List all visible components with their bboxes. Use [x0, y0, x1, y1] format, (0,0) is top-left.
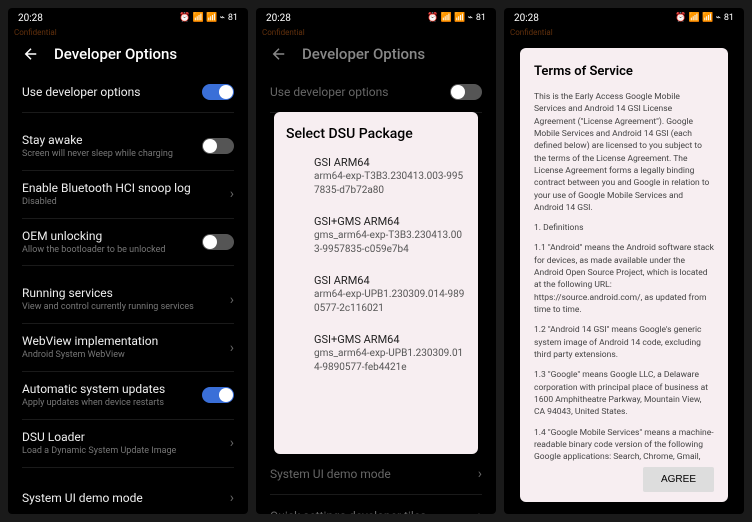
toggle-stay-awake[interactable]: [202, 138, 234, 154]
row-oem-unlock[interactable]: OEM unlockingAllow the bootloader to be …: [22, 219, 234, 267]
dialog-title: Select DSU Package: [286, 126, 466, 142]
row-use-developer[interactable]: Use developer options: [22, 71, 234, 113]
toggle-use-developer: [450, 84, 482, 100]
row-auto-update[interactable]: Automatic system updatesApply updates wh…: [22, 372, 234, 420]
status-time: 20:28: [18, 13, 43, 24]
toggle-use-developer[interactable]: [202, 84, 234, 100]
dsu-package-option[interactable]: GSI+GMS ARM64 gms_arm64-exp-UPB1.230309.…: [286, 333, 466, 374]
row-webview[interactable]: WebView implementationAndroid System Web…: [22, 324, 234, 372]
dialog-title: Terms of Service: [534, 64, 714, 79]
chevron-right-icon: ›: [230, 490, 234, 506]
phone-3: 20:28 ⏰ 📶 📶 ⌁81 Confidential Terms of Se…: [504, 8, 744, 514]
chevron-right-icon: ›: [230, 186, 234, 202]
page-title: Developer Options: [54, 45, 177, 63]
dsu-package-option[interactable]: GSI ARM64 arm64-exp-T3B3.230413.003-9957…: [286, 156, 466, 197]
agree-button[interactable]: AGREE: [643, 467, 714, 492]
page-title: Developer Options: [302, 45, 425, 63]
watermark: Confidential: [504, 28, 744, 37]
row-running-services[interactable]: Running servicesView and control current…: [22, 276, 234, 324]
back-icon[interactable]: [22, 45, 40, 63]
watermark: Confidential: [256, 28, 496, 37]
toggle-auto-update[interactable]: [202, 387, 234, 403]
dsu-package-option[interactable]: GSI+GMS ARM64 gms_arm64-exp-T3B3.230413.…: [286, 215, 466, 256]
chevron-right-icon: ›: [478, 466, 482, 482]
status-icons: ⏰ 📶 📶 ⌁81: [675, 13, 734, 23]
row-use-developer: Use developer options: [270, 71, 482, 113]
back-icon: [270, 45, 288, 63]
phone-1: 20:28 ⏰ 📶 📶 ⌁81 Confidential Developer O…: [8, 8, 248, 514]
page-header: Developer Options: [8, 37, 248, 71]
row-ui-demo: System UI demo mode ›: [270, 453, 482, 495]
chevron-right-icon: ›: [230, 292, 234, 308]
dsu-package-option[interactable]: GSI ARM64 arm64-exp-UPB1.230309.014-9890…: [286, 274, 466, 315]
status-icons: ⏰ 📶 📶 ⌁81: [427, 13, 486, 23]
terms-body[interactable]: This is the Early Access Google Mobile S…: [534, 91, 714, 461]
row-quick-tiles: Quick settings developer tiles ›: [270, 495, 482, 514]
row-hci-snoop[interactable]: Enable Bluetooth HCI snoop logDisabled ›: [22, 171, 234, 219]
row-dsu-loader[interactable]: DSU LoaderLoad a Dynamic System Update I…: [22, 420, 234, 468]
statusbar: 20:28 ⏰ 📶 📶 ⌁81: [8, 8, 248, 28]
phone-2: 20:28 ⏰ 📶 📶 ⌁81 Confidential Developer O…: [256, 8, 496, 514]
row-ui-demo[interactable]: System UI demo mode ›: [22, 478, 234, 514]
chevron-right-icon: ›: [230, 435, 234, 451]
toggle-oem[interactable]: [202, 234, 234, 250]
statusbar: 20:28 ⏰ 📶 📶 ⌁81: [256, 8, 496, 28]
terms-dialog[interactable]: Terms of Service This is the Early Acces…: [520, 48, 728, 502]
watermark: Confidential: [8, 28, 248, 37]
status-time: 20:28: [266, 13, 291, 24]
settings-list[interactable]: Use developer options Stay awakeScreen w…: [8, 71, 248, 514]
chevron-right-icon: ›: [478, 508, 482, 515]
dsu-package-dialog[interactable]: Select DSU Package GSI ARM64 arm64-exp-T…: [274, 112, 478, 454]
page-header: Developer Options: [256, 37, 496, 71]
statusbar: 20:28 ⏰ 📶 📶 ⌁81: [504, 8, 744, 28]
row-stay-awake[interactable]: Stay awakeScreen will never sleep while …: [22, 123, 234, 171]
status-icons: ⏰ 📶 📶 ⌁81: [179, 13, 238, 23]
chevron-right-icon: ›: [230, 340, 234, 356]
status-time: 20:28: [514, 13, 539, 24]
